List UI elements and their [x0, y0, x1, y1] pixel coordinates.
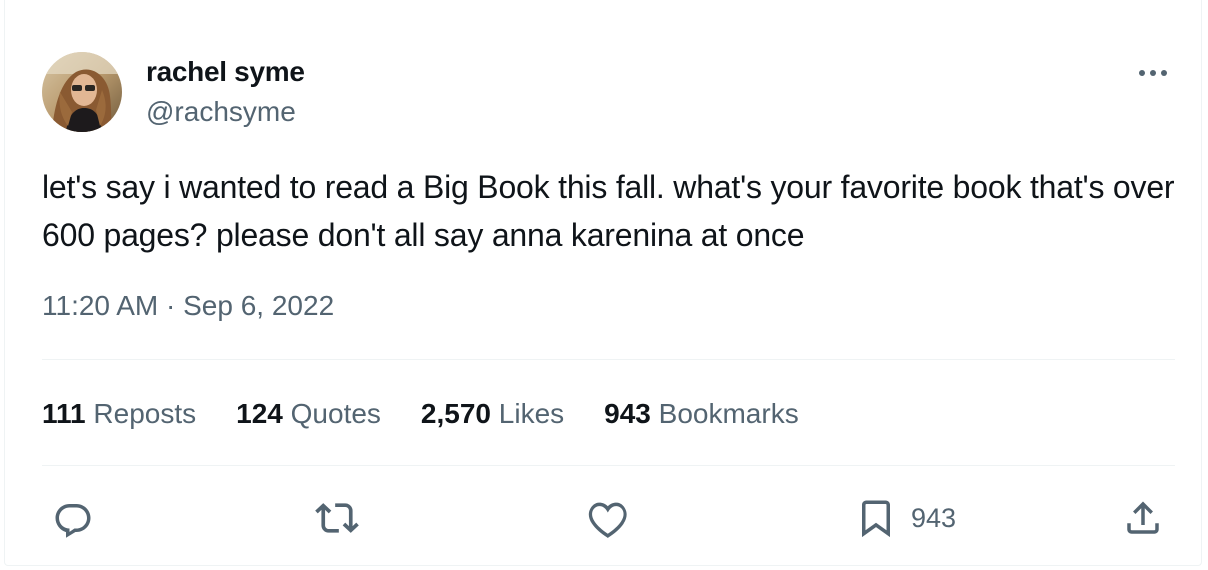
tweet-card: rachel syme @rachsyme let's say i wanted… [4, 0, 1202, 566]
reply-icon [55, 504, 91, 538]
tweet-date[interactable]: Sep 6, 2022 [183, 290, 334, 321]
avatar[interactable] [42, 52, 122, 132]
bookmarks-count: 943 [604, 398, 651, 429]
likes-label: Likes [498, 398, 565, 429]
quotes-stat[interactable]: 124 Quotes [236, 398, 381, 430]
bookmark-icon [862, 500, 890, 538]
quotes-label: Quotes [290, 398, 381, 429]
repost-button[interactable] [315, 490, 359, 546]
bookmark-count: 943 [911, 502, 957, 533]
more-options-button[interactable] [1135, 58, 1171, 88]
reposts-label: Reposts [93, 398, 197, 429]
tweet-timestamp[interactable]: 11:20 AM · Sep 6, 2022 [42, 290, 334, 322]
repost-icon [315, 503, 359, 533]
divider-top [42, 359, 1175, 360]
engagement-stats: 111 Reposts 124 Quotes 2,570 Likes 943 B… [42, 398, 799, 430]
share-icon [1127, 501, 1159, 534]
likes-count: 2,570 [420, 398, 491, 429]
likes-stat[interactable]: 2,570 Likes [421, 398, 564, 430]
tweet-text: let's say i wanted to read a Big Book th… [42, 169, 1175, 253]
share-button[interactable] [1122, 490, 1164, 546]
divider-bottom [42, 465, 1175, 466]
like-button[interactable] [586, 490, 630, 546]
more-icon [1139, 70, 1167, 76]
reposts-stat[interactable]: 111 Reposts [42, 398, 196, 430]
bookmarks-stat[interactable]: 943 Bookmarks [604, 398, 799, 430]
tweet-time[interactable]: 11:20 AM [42, 290, 158, 321]
author-handle[interactable]: @rachsyme [146, 96, 296, 128]
author-name[interactable]: rachel syme [146, 56, 305, 88]
bookmarks-label: Bookmarks [658, 398, 799, 429]
reply-button[interactable] [52, 490, 94, 546]
timestamp-separator: · [166, 290, 176, 321]
heart-icon [588, 502, 627, 538]
action-bar: 943 [5, 490, 1203, 546]
reposts-count: 111 [42, 398, 86, 429]
bookmark-button[interactable]: 943 [855, 490, 956, 546]
avatar-photo [42, 52, 122, 132]
quotes-count: 124 [236, 398, 283, 429]
